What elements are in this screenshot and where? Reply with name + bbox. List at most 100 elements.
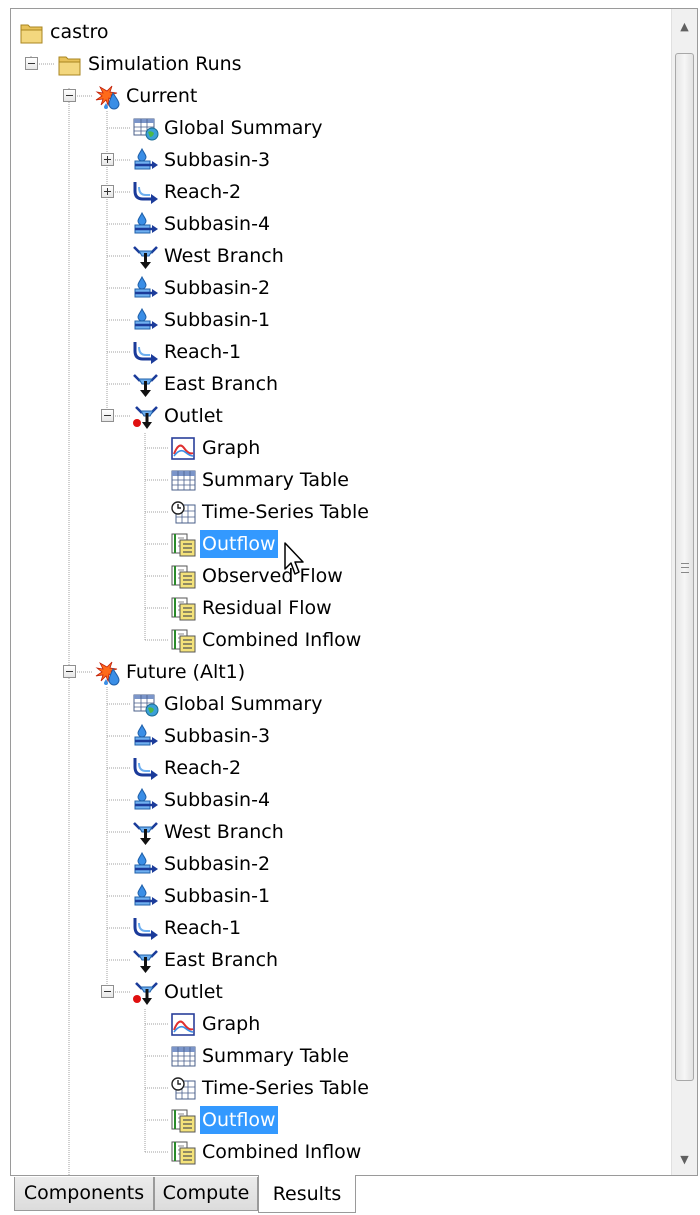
- tree-node-east-branch[interactable]: East Branch: [11, 369, 671, 399]
- tree-node-label[interactable]: Reach-2: [162, 178, 243, 206]
- collapse-icon[interactable]: [25, 57, 38, 70]
- tree-node-label[interactable]: Global Summary: [162, 114, 324, 142]
- tree-node-subbasin-3[interactable]: Subbasin-3: [11, 145, 671, 175]
- tree-node-label[interactable]: Combined Inflow: [200, 626, 363, 654]
- collapse-icon[interactable]: [101, 409, 114, 422]
- tree-node-label[interactable]: Global Summary: [162, 690, 324, 718]
- tree-node-castro[interactable]: castro: [11, 17, 671, 47]
- tree-node-current[interactable]: Current: [11, 81, 671, 111]
- collapse-icon[interactable]: [101, 985, 114, 998]
- scrollbar-grip-icon: [681, 563, 689, 573]
- collapse-icon[interactable]: [63, 665, 76, 678]
- tree-node-label[interactable]: East Branch: [162, 946, 280, 974]
- tree-node-label[interactable]: Outlet: [162, 402, 225, 430]
- tree-node-reach-2[interactable]: Reach-2: [11, 753, 671, 783]
- timeseries-icon: [170, 499, 197, 526]
- global-summary-icon: [132, 115, 159, 142]
- scroll-up-arrow-icon[interactable]: ▲: [672, 13, 697, 39]
- tree-node-label[interactable]: Reach-1: [162, 338, 243, 366]
- tab-components[interactable]: Components: [14, 1177, 154, 1211]
- tree-node-label[interactable]: Current: [124, 82, 199, 110]
- tree-node-label[interactable]: Summary Table: [200, 1042, 351, 1070]
- tree-node-label[interactable]: Outflow: [200, 1106, 278, 1134]
- vertical-scrollbar[interactable]: ▲ ▼: [671, 9, 697, 1175]
- tree-node-outlet[interactable]: Outlet: [11, 401, 671, 431]
- tree-node-subbasin-4[interactable]: Subbasin-4: [11, 209, 671, 239]
- tree-node-label[interactable]: Reach-2: [162, 754, 243, 782]
- tree-node-label[interactable]: West Branch: [162, 818, 286, 846]
- tree-node-label[interactable]: Subbasin-3: [162, 722, 272, 750]
- tree-node-simulation-runs[interactable]: Simulation Runs: [11, 49, 671, 79]
- expand-icon[interactable]: [101, 153, 114, 166]
- tree-node-label[interactable]: Outlet: [162, 978, 225, 1006]
- tree-node-reach-1[interactable]: Reach-1: [11, 337, 671, 367]
- tree-node-label[interactable]: Subbasin-2: [162, 274, 272, 302]
- tree-node-label[interactable]: East Branch: [162, 370, 280, 398]
- tab-results[interactable]: Results: [258, 1175, 356, 1213]
- tree-node-graph[interactable]: Graph: [11, 433, 671, 463]
- expand-icon[interactable]: [101, 185, 114, 198]
- subbasin-icon: [132, 787, 159, 814]
- tree-node-subbasin-2[interactable]: Subbasin-2: [11, 273, 671, 303]
- tree-node-outlet[interactable]: Outlet: [11, 977, 671, 1007]
- junction-icon: [132, 819, 159, 846]
- subbasin-icon: [132, 307, 159, 334]
- outlet-icon: [132, 979, 159, 1006]
- tree-node-label[interactable]: Subbasin-2: [162, 850, 272, 878]
- tree-node-global-summary[interactable]: Global Summary: [11, 113, 671, 143]
- reach-icon: [132, 755, 159, 782]
- tree-node-label[interactable]: Time-Series Table: [200, 498, 371, 526]
- tree-node-subbasin-1[interactable]: Subbasin-1: [11, 305, 671, 335]
- tree-node-graph[interactable]: Graph: [11, 1009, 671, 1039]
- tab-compute[interactable]: Compute: [154, 1177, 258, 1211]
- tree-node-label[interactable]: Future (Alt1): [124, 658, 247, 686]
- tree-node-label[interactable]: Graph: [200, 434, 262, 462]
- tree-node-label[interactable]: Reach-1: [162, 914, 243, 942]
- tree-node-global-summary[interactable]: Global Summary: [11, 689, 671, 719]
- tree-node-east-branch[interactable]: East Branch: [11, 945, 671, 975]
- tree-node-combined-inflow[interactable]: Combined Inflow: [11, 625, 671, 655]
- reach-icon: [132, 179, 159, 206]
- result-icon: [170, 563, 197, 590]
- tree-node-label[interactable]: Residual Flow: [200, 594, 334, 622]
- tree-node-label[interactable]: Observed Flow: [200, 562, 345, 590]
- tree-node-time-series-table[interactable]: Time-Series Table: [11, 1073, 671, 1103]
- graph-icon: [170, 1011, 197, 1038]
- tree-node-summary-table[interactable]: Summary Table: [11, 1041, 671, 1071]
- tree-node-future-alt1[interactable]: Future (Alt1): [11, 657, 671, 687]
- tree-node-reach-1[interactable]: Reach-1: [11, 913, 671, 943]
- tree-node-label[interactable]: West Branch: [162, 242, 286, 270]
- tree-node-observed-flow[interactable]: Observed Flow: [11, 561, 671, 591]
- tree-node-label[interactable]: Subbasin-4: [162, 786, 272, 814]
- scroll-down-arrow-icon[interactable]: ▼: [672, 1146, 697, 1172]
- tree-node-label[interactable]: Combined Inflow: [200, 1138, 363, 1166]
- tree-node-subbasin-4[interactable]: Subbasin-4: [11, 785, 671, 815]
- tree-node-time-series-table[interactable]: Time-Series Table: [11, 497, 671, 527]
- tree-node-label[interactable]: Subbasin-3: [162, 146, 272, 174]
- tree-node-combined-inflow[interactable]: Combined Inflow: [11, 1137, 671, 1167]
- tree-node-west-branch[interactable]: West Branch: [11, 241, 671, 271]
- tree-node-subbasin-3[interactable]: Subbasin-3: [11, 721, 671, 751]
- collapse-icon[interactable]: [63, 89, 76, 102]
- tree-node-reach-2[interactable]: Reach-2: [11, 177, 671, 207]
- tree-node-label[interactable]: Outflow: [200, 530, 278, 558]
- tree-node-label[interactable]: Subbasin-4: [162, 210, 272, 238]
- graph-icon: [170, 435, 197, 462]
- tree-node-outflow[interactable]: Outflow: [11, 1105, 671, 1135]
- tree-node-summary-table[interactable]: Summary Table: [11, 465, 671, 495]
- watershed-explorer-panel: castro Simulation Runs Current Global Summa…: [10, 8, 698, 1176]
- result-icon: [170, 531, 197, 558]
- tree-node-west-branch[interactable]: West Branch: [11, 817, 671, 847]
- tree-node-label[interactable]: castro: [48, 18, 110, 46]
- tree-node-label[interactable]: Summary Table: [200, 466, 351, 494]
- tree-node-label[interactable]: Simulation Runs: [86, 50, 244, 78]
- tree-node-residual-flow[interactable]: Residual Flow: [11, 593, 671, 623]
- tree-node-label[interactable]: Time-Series Table: [200, 1074, 371, 1102]
- tree-node-subbasin-2[interactable]: Subbasin-2: [11, 849, 671, 879]
- tree-node-subbasin-1[interactable]: Subbasin-1: [11, 881, 671, 911]
- tree-node-label[interactable]: Subbasin-1: [162, 882, 272, 910]
- tree-node-outflow[interactable]: Outflow: [11, 529, 671, 559]
- tree-node-label[interactable]: Subbasin-1: [162, 306, 272, 334]
- tree-node-label[interactable]: Graph: [200, 1010, 262, 1038]
- scrollbar-thumb[interactable]: [675, 53, 694, 1081]
